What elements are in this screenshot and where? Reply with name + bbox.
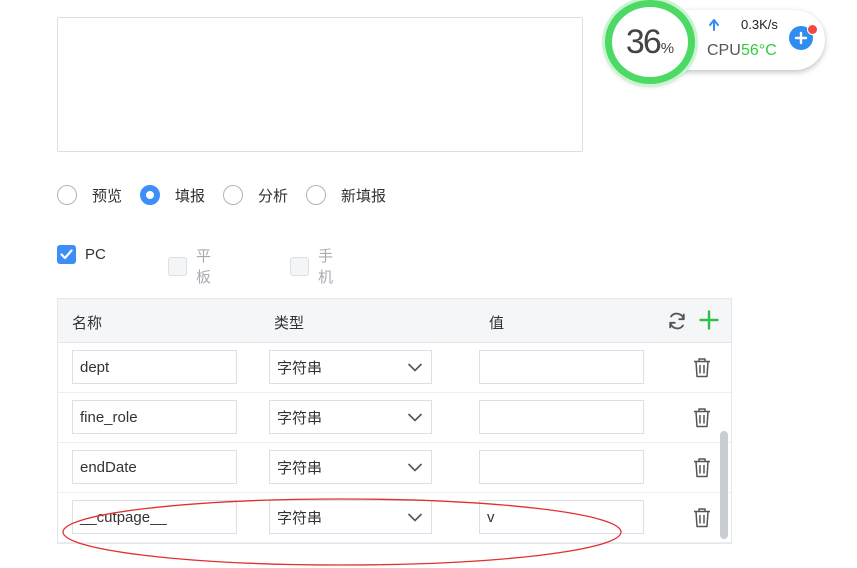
radio-circle-checked[interactable]	[140, 185, 161, 205]
usage-value: 36	[625, 22, 662, 61]
radio-label: 填报	[175, 187, 206, 205]
param-type-select[interactable]: 字符串	[269, 350, 432, 384]
checkbox-label: 平板	[196, 248, 212, 286]
checkbox-pc[interactable]: PC	[57, 245, 106, 264]
cpu-label: CPU	[707, 42, 741, 59]
plus-icon	[794, 31, 808, 45]
checkmark-icon	[60, 249, 73, 260]
checkbox-disabled	[168, 256, 187, 276]
param-name-input[interactable]: dept	[72, 350, 237, 384]
select-value: 字符串	[277, 459, 323, 477]
select-value: 字符串	[277, 409, 323, 427]
trash-icon[interactable]	[692, 507, 712, 528]
radio-circle[interactable]	[57, 185, 77, 205]
param-value-input[interactable]: v	[479, 500, 644, 534]
checkbox-label: 手机	[318, 248, 334, 286]
chevron-down-icon	[407, 363, 423, 372]
header-value: 值	[489, 315, 505, 332]
checkbox-tablet: 平板	[168, 245, 211, 287]
upload-arrow-icon	[709, 19, 719, 31]
trash-icon[interactable]	[692, 407, 712, 428]
radio-label: 新填报	[341, 187, 387, 205]
cpu-usage-gauge[interactable]: 36 %	[605, 0, 695, 84]
radio-label: 预览	[92, 187, 123, 205]
header-type: 类型	[274, 315, 305, 332]
cpu-temperature: 56°C	[741, 42, 777, 59]
chevron-down-icon	[407, 463, 423, 472]
table-header: 名称 类型 值	[58, 299, 731, 343]
select-value: 字符串	[277, 359, 323, 377]
chevron-down-icon	[407, 413, 423, 422]
table-row: __cutpage__ 字符串 v	[58, 493, 731, 543]
trash-icon[interactable]	[692, 457, 712, 478]
system-monitor-widget[interactable]: 36 % 0.3K/s CPU 56°C	[603, 0, 827, 84]
header-name: 名称	[72, 315, 103, 332]
radio-analysis[interactable]: 分析	[223, 185, 306, 206]
trash-icon[interactable]	[692, 357, 712, 378]
param-value-input[interactable]	[479, 350, 644, 384]
radio-label: 分析	[258, 187, 289, 205]
table-row: endDate 字符串	[58, 443, 731, 493]
notification-dot	[807, 24, 818, 35]
radio-new-fill-report[interactable]: 新填报	[306, 185, 404, 206]
radio-circle[interactable]	[223, 185, 244, 205]
chevron-down-icon	[407, 513, 423, 522]
param-value-input[interactable]	[479, 400, 644, 434]
param-name-input[interactable]: __cutpage__	[72, 500, 237, 534]
add-row-icon[interactable]	[699, 310, 719, 330]
checkbox-label: PC	[85, 246, 106, 263]
checkbox-checked[interactable]	[57, 245, 76, 264]
usage-unit: %	[660, 39, 675, 57]
table-scrollbar-thumb[interactable]	[720, 431, 728, 539]
radio-preview[interactable]: 预览	[57, 185, 140, 206]
param-type-select[interactable]: 字符串	[269, 450, 432, 484]
network-speed: 0.3K/s	[741, 17, 778, 32]
param-type-select[interactable]: 字符串	[269, 500, 432, 534]
refresh-icon[interactable]	[667, 311, 687, 331]
checkbox-mobile: 手机	[290, 245, 333, 287]
radio-circle[interactable]	[306, 185, 327, 205]
parameters-table: 名称 类型 值 dept 字符串 fine_role 字符串 endDate 字…	[57, 298, 732, 544]
checkbox-disabled	[290, 256, 309, 276]
param-type-select[interactable]: 字符串	[269, 400, 432, 434]
param-name-input[interactable]: fine_role	[72, 400, 237, 434]
select-value: 字符串	[277, 509, 323, 527]
radio-fill-report[interactable]: 填报	[140, 185, 223, 206]
mode-radio-group: 预览 填报 分析 新填报	[57, 184, 404, 206]
table-row: dept 字符串	[58, 343, 731, 393]
table-row: fine_role 字符串	[58, 393, 731, 443]
param-value-input[interactable]	[479, 450, 644, 484]
expression-textarea[interactable]	[57, 17, 583, 152]
param-name-input[interactable]: endDate	[72, 450, 237, 484]
